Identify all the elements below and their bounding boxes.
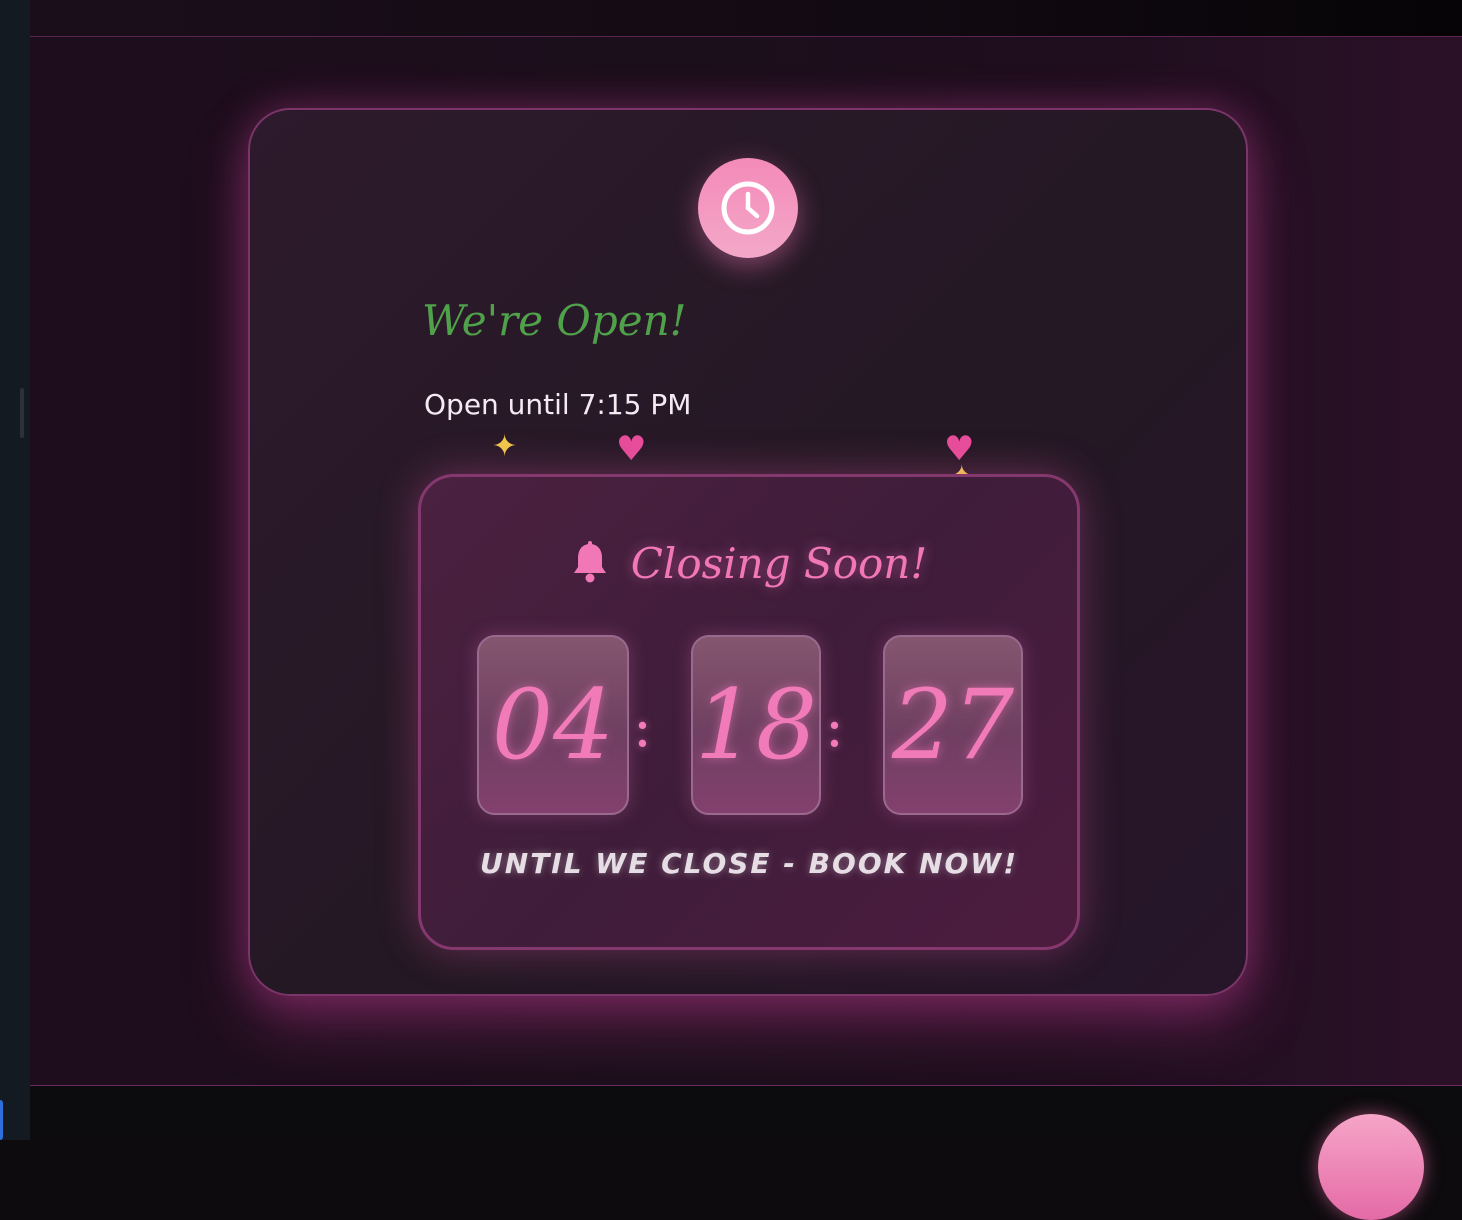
closing-countdown-panel: Closing Soon! 04 : 18 : 27 UNTIL WE CLOS…	[418, 474, 1080, 950]
clock-icon	[698, 158, 798, 258]
left-sidebar-rail	[0, 0, 31, 1140]
bottom-bar	[30, 1086, 1462, 1140]
countdown-caption: UNTIL WE CLOSE - BOOK NOW!	[480, 847, 1018, 880]
sparkles-icon: ✦	[492, 429, 518, 464]
countdown-hours-box: 04	[477, 635, 629, 815]
floating-action-button[interactable]	[1318, 1114, 1424, 1220]
countdown-header: Closing Soon!	[421, 539, 1077, 588]
countdown-seconds: 27	[891, 669, 1015, 781]
countdown-separator: :	[633, 695, 652, 760]
countdown-hours: 04	[491, 669, 615, 781]
business-status-card: We're Open! Open until 7:15 PM ✦ ♥ ♥ ✦ C…	[248, 108, 1248, 996]
hero-section: We're Open! Open until 7:15 PM ✦ ♥ ♥ ✦ C…	[30, 37, 1462, 1086]
countdown-minutes: 18	[694, 669, 818, 781]
bell-icon	[571, 540, 609, 587]
active-indicator	[0, 1100, 3, 1140]
countdown-separator: :	[825, 695, 844, 760]
heart-icon: ♥	[616, 429, 647, 469]
top-bar	[30, 0, 1462, 37]
open-status-heading: We're Open!	[422, 296, 687, 345]
countdown-seconds-box: 27	[883, 635, 1023, 815]
countdown-minutes-box: 18	[691, 635, 821, 815]
sidebar-resize-handle[interactable]	[20, 388, 24, 438]
countdown-title: Closing Soon!	[630, 539, 928, 588]
opening-hours-text: Open until 7:15 PM	[424, 388, 692, 421]
